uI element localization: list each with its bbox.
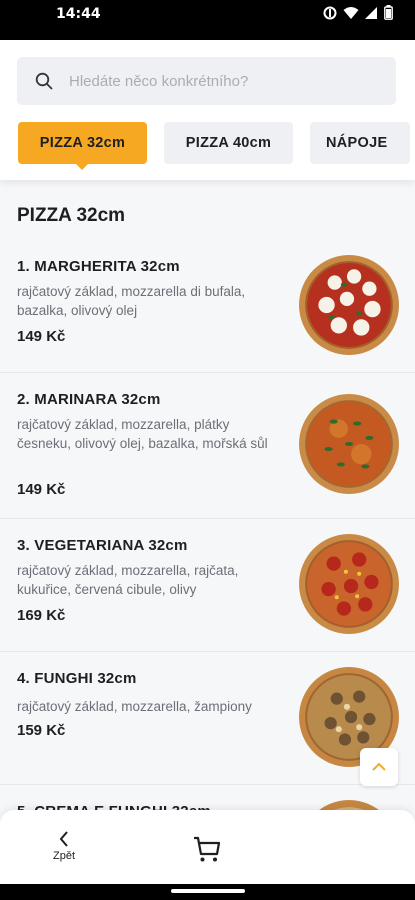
search-bar[interactable]	[17, 57, 396, 105]
status-icons	[323, 5, 393, 20]
cart-icon[interactable]	[191, 833, 223, 865]
item-price: 149 Kč	[17, 481, 66, 498]
list-item[interactable]: 4. FUNGHI 32cm rajčatový základ, mozzare…	[0, 652, 415, 785]
item-description: rajčatový základ, mozzarella, rajčata, k…	[17, 563, 239, 597]
data-saver-icon	[323, 6, 337, 19]
item-price: 159 Kč	[17, 722, 66, 739]
item-name: 4. FUNGHI 32cm	[17, 670, 137, 687]
home-indicator[interactable]	[171, 889, 245, 893]
list-item[interactable]: 1. MARGHERITA 32cm rajčatový základ, moz…	[0, 240, 415, 373]
item-name: 1. MARGHERITA 32cm	[17, 258, 180, 275]
list-item[interactable]: 2. MARINARA 32cm rajčatový základ, mozza…	[0, 373, 415, 519]
header: PIZZA 32cm PIZZA 40cm NÁPOJE	[0, 40, 415, 180]
pizza-vegetariana-image[interactable]	[298, 533, 400, 635]
tab-pizza-40[interactable]: PIZZA 40cm	[164, 122, 293, 164]
scroll-to-top-button[interactable]	[360, 748, 398, 786]
status-bar: 14:44	[0, 0, 415, 40]
search-input[interactable]	[69, 72, 369, 90]
search-icon	[35, 72, 53, 90]
back-label: Zpět	[52, 850, 75, 862]
list-item[interactable]: 3. VEGETARIANA 32cm rajčatový základ, mo…	[0, 519, 415, 652]
status-time: 14:44	[56, 6, 101, 22]
wifi-icon	[343, 6, 359, 19]
system-nav-bar	[0, 884, 415, 900]
item-description: rajčatový základ, mozzarella, žampiony	[17, 699, 252, 714]
product-list: 1. MARGHERITA 32cm rajčatový základ, moz…	[0, 240, 415, 884]
item-description: rajčatový základ, mozzarella di bufala, …	[17, 284, 246, 318]
pizza-marinara-image[interactable]	[298, 393, 400, 495]
tab-pizza-32[interactable]: PIZZA 32cm	[18, 122, 147, 170]
bottom-bar: Zpět	[0, 810, 415, 884]
category-tabs: PIZZA 32cm PIZZA 40cm NÁPOJE	[18, 122, 410, 170]
item-name: 2. MARINARA 32cm	[17, 391, 161, 408]
signal-icon	[365, 6, 377, 19]
chevron-up-icon	[372, 762, 386, 771]
tab-napoje[interactable]: NÁPOJE	[310, 122, 410, 164]
item-price: 149 Kč	[17, 328, 66, 345]
app-screen: PIZZA 32cm PIZZA 40cm NÁPOJE PIZZA 32cm …	[0, 40, 415, 884]
battery-icon	[384, 5, 393, 20]
back-button[interactable]: Zpět	[44, 830, 84, 872]
item-price: 169 Kč	[17, 607, 66, 624]
section-title: PIZZA 32cm	[17, 205, 126, 226]
pizza-margherita-image[interactable]	[298, 254, 400, 356]
item-description: rajčatový základ, mozzarella, plátky čes…	[17, 417, 268, 451]
chevron-left-icon	[59, 831, 68, 847]
item-name: 3. VEGETARIANA 32cm	[17, 537, 188, 554]
